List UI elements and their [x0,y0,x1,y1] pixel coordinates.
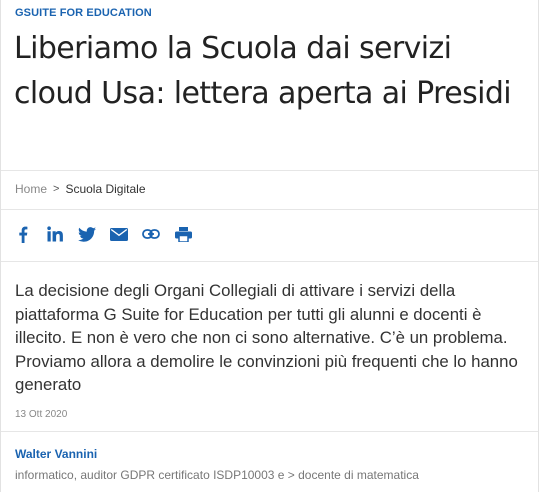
breadcrumb-current-link[interactable]: Scuola Digitale [65,182,145,196]
copy-link-button[interactable] [139,224,163,244]
share-facebook-button[interactable] [11,224,35,244]
article-page: GSUITE FOR EDUCATION Liberiamo la Scuola… [0,0,539,492]
print-button[interactable] [171,224,195,244]
print-icon [174,226,192,242]
article-title: Liberiamo la Scuola dai servizi cloud Us… [14,31,512,111]
divider [1,170,538,171]
category-label[interactable]: GSUITE FOR EDUCATION [15,7,152,19]
author-name[interactable]: Walter Vannini [15,447,97,461]
divider [1,261,538,262]
author-bio: informatico, auditor GDPR certificato IS… [15,468,419,482]
breadcrumb-separator: > [53,183,60,195]
divider [1,431,538,432]
article-lead: La decisione degli Organi Collegiali di … [15,281,518,394]
email-icon [110,227,128,241]
breadcrumb-home-link[interactable]: Home [15,182,47,196]
divider [1,209,538,210]
publish-date: 13 Ott 2020 [15,409,68,420]
share-linkedin-button[interactable] [43,224,67,244]
share-bar [11,224,203,244]
facebook-icon [19,226,28,243]
share-email-button[interactable] [107,224,131,244]
share-twitter-button[interactable] [75,224,99,244]
breadcrumb: Home > Scuola Digitale [15,182,146,196]
link-icon [142,229,160,239]
linkedin-icon [47,226,63,242]
twitter-icon [78,226,96,242]
